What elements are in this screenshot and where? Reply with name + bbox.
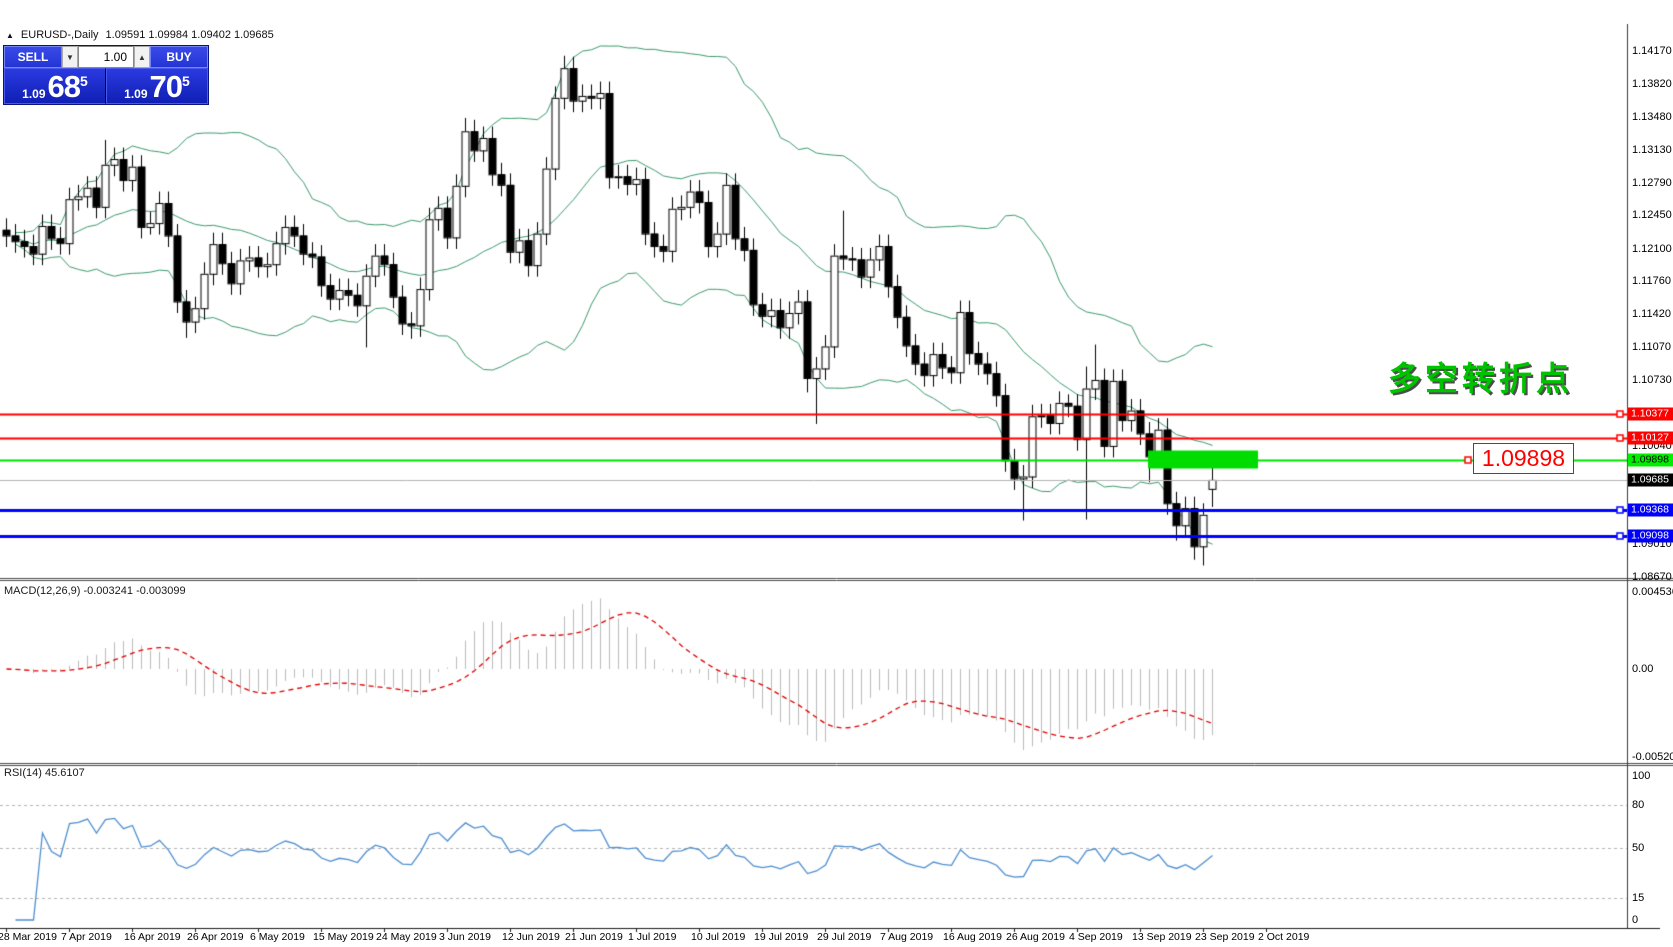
date-axis-label: 13 Sep 2019 xyxy=(1132,931,1192,943)
rsi-axis-label: 80 xyxy=(1632,799,1644,811)
rsi-axis-label: 0 xyxy=(1632,914,1638,926)
macd-axis-label: 0.00 xyxy=(1632,663,1653,675)
date-axis-label: 12 Jun 2019 xyxy=(502,931,560,943)
date-axis-label: 15 May 2019 xyxy=(313,931,374,943)
chart-symbol-period: EURUSD-,Daily xyxy=(21,29,99,41)
date-axis-label: 2 Oct 2019 xyxy=(1258,931,1309,943)
date-axis-label: 19 Jul 2019 xyxy=(754,931,808,943)
rsi-indicator-label: RSI(14) 45.6107 xyxy=(4,767,85,779)
price-axis-label: 1.10730 xyxy=(1632,374,1672,386)
trading-terminal-window: ✚新订单➤▦◉●自动交易║▮~⊕⊖▦⇥⇤+▾◷▾▨↖+│─╱//FAT⇄▾M1M… xyxy=(0,0,1673,947)
date-axis-label: 16 Aug 2019 xyxy=(943,931,1002,943)
price-axis-label: 1.12450 xyxy=(1632,209,1672,221)
buy-price-pip: 5 xyxy=(182,75,190,87)
rsi-axis-label: 100 xyxy=(1632,770,1650,782)
sell-price[interactable]: 1.09 68 5 xyxy=(4,68,106,104)
date-axis-label: 21 Jun 2019 xyxy=(565,931,623,943)
chart-up-arrow-icon: ▲ xyxy=(6,31,14,40)
one-click-trade-panel: SELL ▼ 1.00 ▲ BUY 1.09 68 5 1.09 70 5 xyxy=(3,45,209,105)
buy-price-prefix: 1.09 xyxy=(124,87,147,101)
chart-canvas[interactable] xyxy=(0,0,1673,947)
price-level-label[interactable]: 1.09898 xyxy=(1473,443,1574,474)
macd-axis-label: 0.004536 xyxy=(1632,586,1673,598)
date-axis-label: 24 May 2019 xyxy=(376,931,437,943)
chart-title-row: ▲ EURUSD-,Daily 1.09591 1.09984 1.09402 … xyxy=(6,29,274,41)
price-axis-label: 1.13480 xyxy=(1632,111,1672,123)
sell-button[interactable]: SELL xyxy=(4,46,62,68)
sell-price-prefix: 1.09 xyxy=(22,87,45,101)
volume-increase-button[interactable]: ▲ xyxy=(134,46,150,68)
date-axis-label: 26 Aug 2019 xyxy=(1006,931,1065,943)
price-axis-label: 1.12100 xyxy=(1632,243,1672,255)
price-axis-label: 1.13820 xyxy=(1632,78,1672,90)
price-axis-badge: 1.09368 xyxy=(1628,504,1673,517)
buy-price[interactable]: 1.09 70 5 xyxy=(106,68,208,104)
rsi-axis-label: 15 xyxy=(1632,892,1644,904)
price-axis-badge: 1.10127 xyxy=(1628,431,1673,444)
date-axis-label: 23 Sep 2019 xyxy=(1195,931,1255,943)
chart-ohlc-values: 1.09591 1.09984 1.09402 1.09685 xyxy=(106,29,274,41)
date-axis-label: 26 Apr 2019 xyxy=(187,931,244,943)
price-axis-badge: 1.09098 xyxy=(1628,530,1673,543)
buy-button[interactable]: BUY xyxy=(150,46,208,68)
volume-input[interactable]: 1.00 xyxy=(78,46,134,68)
date-axis-label: 28 Mar 2019 xyxy=(0,931,57,943)
date-axis-label: 10 Jul 2019 xyxy=(691,931,745,943)
buy-price-main: 70 xyxy=(150,73,182,101)
price-axis-label: 1.12790 xyxy=(1632,177,1672,189)
price-axis-badge: 1.09898 xyxy=(1628,453,1673,466)
macd-indicator-label: MACD(12,26,9) -0.003241 -0.003099 xyxy=(4,585,186,597)
price-axis-label: 1.11760 xyxy=(1632,275,1671,287)
date-axis-label: 16 Apr 2019 xyxy=(124,931,181,943)
price-axis-badge: 1.09685 xyxy=(1628,473,1673,486)
sell-price-main: 68 xyxy=(48,73,80,101)
date-axis-label: 7 Apr 2019 xyxy=(61,931,112,943)
rsi-axis-label: 50 xyxy=(1632,842,1644,854)
date-axis-label: 6 May 2019 xyxy=(250,931,305,943)
price-axis-label: 1.13130 xyxy=(1632,144,1672,156)
price-axis-label: 1.08670 xyxy=(1632,571,1672,583)
date-axis-label: 7 Aug 2019 xyxy=(880,931,933,943)
date-axis-label: 1 Jul 2019 xyxy=(628,931,676,943)
chart-text-annotation[interactable]: 多空转折点 xyxy=(1388,352,1573,400)
macd-axis-label: -0.005205 xyxy=(1632,751,1673,763)
price-axis-label: 1.11420 xyxy=(1632,308,1671,320)
sell-price-pip: 5 xyxy=(80,75,88,87)
price-axis-label: 1.14170 xyxy=(1632,45,1672,57)
price-axis-label: 1.11070 xyxy=(1632,341,1671,353)
date-axis-label: 3 Jun 2019 xyxy=(439,931,491,943)
price-axis-badge: 1.10377 xyxy=(1628,407,1673,420)
volume-decrease-button[interactable]: ▼ xyxy=(62,46,78,68)
date-axis-label: 4 Sep 2019 xyxy=(1069,931,1123,943)
date-axis-label: 29 Jul 2019 xyxy=(817,931,871,943)
